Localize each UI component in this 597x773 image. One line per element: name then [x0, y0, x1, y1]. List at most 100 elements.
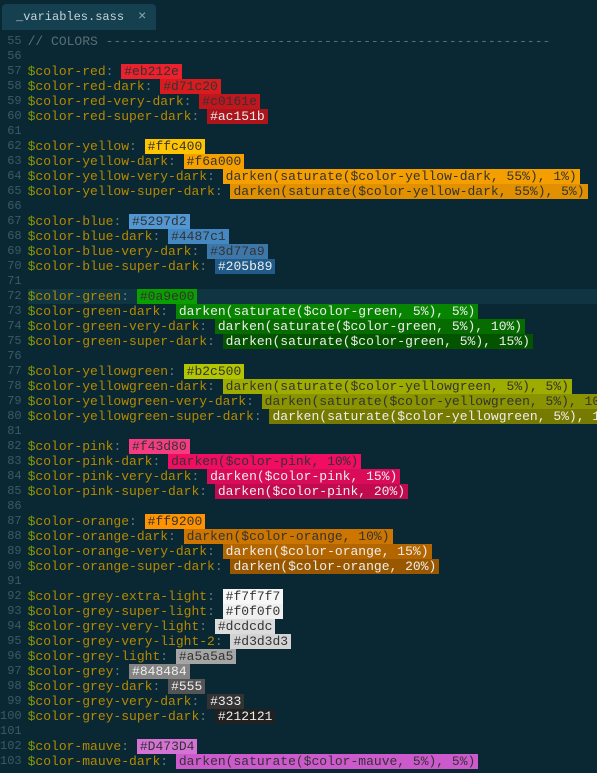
code-line: $color-orange: #ff9200 [28, 514, 597, 529]
code-line: $color-yellow: #ffc400 [28, 139, 597, 154]
code-line [28, 574, 597, 589]
line-number: 98 [0, 679, 22, 694]
code-editor[interactable]: 5556575859606162636465666768697071727374… [0, 30, 597, 769]
color-swatch: #4487c1 [168, 229, 229, 244]
line-number: 64 [0, 169, 22, 184]
line-number: 93 [0, 604, 22, 619]
dollar-sign: $ [28, 709, 36, 724]
variable-name: color-mauve [35, 739, 121, 754]
variable-name: color-yellow-very-dark [35, 169, 207, 184]
color-expression: darken(saturate($color-yellowgreen, 5%),… [223, 379, 572, 394]
color-swatch: #333 [207, 694, 244, 709]
colon: : [121, 739, 137, 754]
colon: : [246, 394, 262, 409]
line-number: 72 [0, 289, 22, 304]
dollar-sign: $ [28, 304, 36, 319]
code-line [28, 124, 597, 139]
line-number: 100 [0, 709, 22, 724]
tab-filename: _variables.sass [16, 10, 124, 24]
variable-name: color-orange [35, 514, 129, 529]
line-number: 87 [0, 514, 22, 529]
dollar-sign: $ [28, 409, 36, 424]
variable-name: color-yellowgreen-dark [35, 379, 207, 394]
colon: : [207, 379, 223, 394]
dollar-sign: $ [28, 364, 36, 379]
code-line [28, 349, 597, 364]
colon: : [207, 334, 223, 349]
line-number: 83 [0, 454, 22, 469]
line-number: 103 [0, 754, 22, 769]
code-line: $color-orange-super-dark: darken($color-… [28, 559, 597, 574]
color-swatch: #d71c20 [160, 79, 221, 94]
color-expression: darken($color-orange, 20%) [230, 559, 439, 574]
variable-name: color-orange-very-dark [35, 544, 207, 559]
color-expression: darken(saturate($color-yellowgreen, 5%),… [262, 394, 597, 409]
tab-variables-sass[interactable]: _variables.sass × [2, 4, 156, 30]
variable-name: color-grey-super-light [35, 604, 207, 619]
variable-name: color-yellow-dark [35, 154, 168, 169]
code-line: $color-yellowgreen: #b2c500 [28, 364, 597, 379]
code-line: $color-red-super-dark: #ac151b [28, 109, 597, 124]
dollar-sign: $ [28, 259, 36, 274]
variable-name: color-yellowgreen-super-dark [35, 409, 253, 424]
line-number: 102 [0, 739, 22, 754]
line-number: 57 [0, 64, 22, 79]
colon: : [199, 619, 215, 634]
code-line: $color-yellowgreen-super-dark: darken(sa… [28, 409, 597, 424]
color-expression: darken(saturate($color-mauve, 5%), 5%) [176, 754, 478, 769]
dollar-sign: $ [28, 184, 36, 199]
line-number: 68 [0, 229, 22, 244]
dollar-sign: $ [28, 79, 36, 94]
comment: // COLORS ------------------------------… [28, 34, 551, 49]
code-line: $color-mauve-dark: darken(saturate($colo… [28, 754, 597, 769]
dollar-sign: $ [28, 694, 36, 709]
close-icon[interactable]: × [138, 11, 146, 23]
color-swatch: #b2c500 [184, 364, 245, 379]
dollar-sign: $ [28, 214, 36, 229]
line-number: 76 [0, 349, 22, 364]
dollar-sign: $ [28, 484, 36, 499]
color-swatch: #d3d3d3 [230, 634, 291, 649]
dollar-sign: $ [28, 229, 36, 244]
colon: : [160, 304, 176, 319]
color-swatch: #ac151b [207, 109, 268, 124]
color-swatch: #ff9200 [145, 514, 206, 529]
code-line: $color-green: #0a9e00 [28, 289, 597, 304]
code-line: $color-mauve: #D473D4 [28, 739, 597, 754]
line-number: 65 [0, 184, 22, 199]
line-number: 62 [0, 139, 22, 154]
dollar-sign: $ [28, 94, 36, 109]
variable-name: color-yellow [35, 139, 129, 154]
line-number: 92 [0, 589, 22, 604]
color-swatch: #dcdcdc [215, 619, 276, 634]
line-number: 79 [0, 394, 22, 409]
colon: : [152, 454, 168, 469]
variable-name: color-orange-super-dark [35, 559, 214, 574]
colon: : [168, 154, 184, 169]
code-line: $color-grey-dark: #555 [28, 679, 597, 694]
code-line [28, 49, 597, 64]
line-number: 71 [0, 274, 22, 289]
code-area[interactable]: // COLORS ------------------------------… [28, 30, 597, 769]
line-number: 86 [0, 499, 22, 514]
dollar-sign: $ [28, 379, 36, 394]
dollar-sign: $ [28, 334, 36, 349]
colon: : [160, 754, 176, 769]
code-line: $color-pink-super-dark: darken($color-pi… [28, 484, 597, 499]
dollar-sign: $ [28, 244, 36, 259]
color-swatch: #ffc400 [145, 139, 206, 154]
variable-name: color-pink-super-dark [35, 484, 199, 499]
dollar-sign: $ [28, 739, 36, 754]
line-number: 85 [0, 484, 22, 499]
dollar-sign: $ [28, 514, 36, 529]
color-swatch: #c0161e [199, 94, 260, 109]
colon: : [106, 64, 122, 79]
line-number: 77 [0, 364, 22, 379]
code-line: $color-pink-very-dark: darken($color-pin… [28, 469, 597, 484]
color-swatch: #f43d80 [129, 439, 190, 454]
color-swatch: #f0f0f0 [223, 604, 284, 619]
color-swatch: #eb212e [121, 64, 182, 79]
colon: : [199, 319, 215, 334]
color-expression: darken($color-pink, 15%) [207, 469, 400, 484]
line-number: 69 [0, 244, 22, 259]
